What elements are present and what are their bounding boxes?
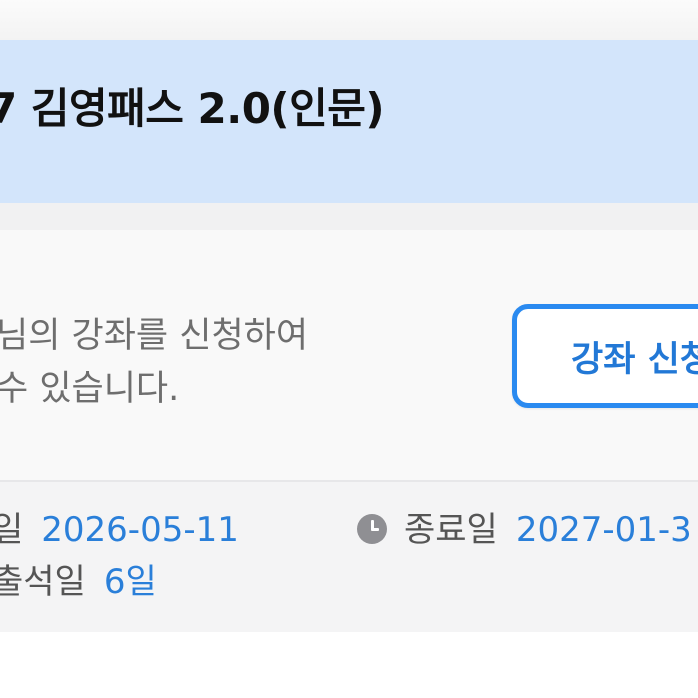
apply-course-button[interactable]: 강좌 신청 <box>512 304 698 408</box>
end-date-label: 종료일 <box>404 510 498 550</box>
course-header: 7 김영패스 2.0(인문) <box>0 40 698 203</box>
end-date-value: 2027-01-3 <box>515 510 692 550</box>
start-date-value: 2026-05-11 <box>41 510 239 550</box>
attendance-label: 출석일 <box>0 562 86 602</box>
end-date-row: 종료일 2027-01-3 <box>404 510 692 550</box>
course-title: 7 김영패스 2.0(인문) <box>0 84 385 133</box>
description-line-1: 님의 강좌를 신청하여 <box>0 316 309 356</box>
schedule-section: 일 2026-05-11 종료일 2027-01-3 출석일 6일 <box>0 482 698 632</box>
attendance-row: 출석일 6일 <box>0 562 157 602</box>
attendance-value: 6일 <box>103 562 157 602</box>
course-card: 7 김영패스 2.0(인문) 님의 강좌를 신청하여 수 있습니다. 강좌 신청… <box>0 40 698 632</box>
description-line-2: 수 있습니다. <box>0 369 180 409</box>
start-date-label: 일 <box>0 510 24 550</box>
course-body: 님의 강좌를 신청하여 수 있습니다. 강좌 신청 <box>0 230 698 480</box>
section-gap <box>0 203 698 230</box>
clock-icon <box>357 514 387 544</box>
top-strip <box>0 0 698 40</box>
start-date-row: 일 2026-05-11 <box>0 510 239 550</box>
course-description: 님의 강좌를 신청하여 수 있습니다. <box>0 310 308 416</box>
